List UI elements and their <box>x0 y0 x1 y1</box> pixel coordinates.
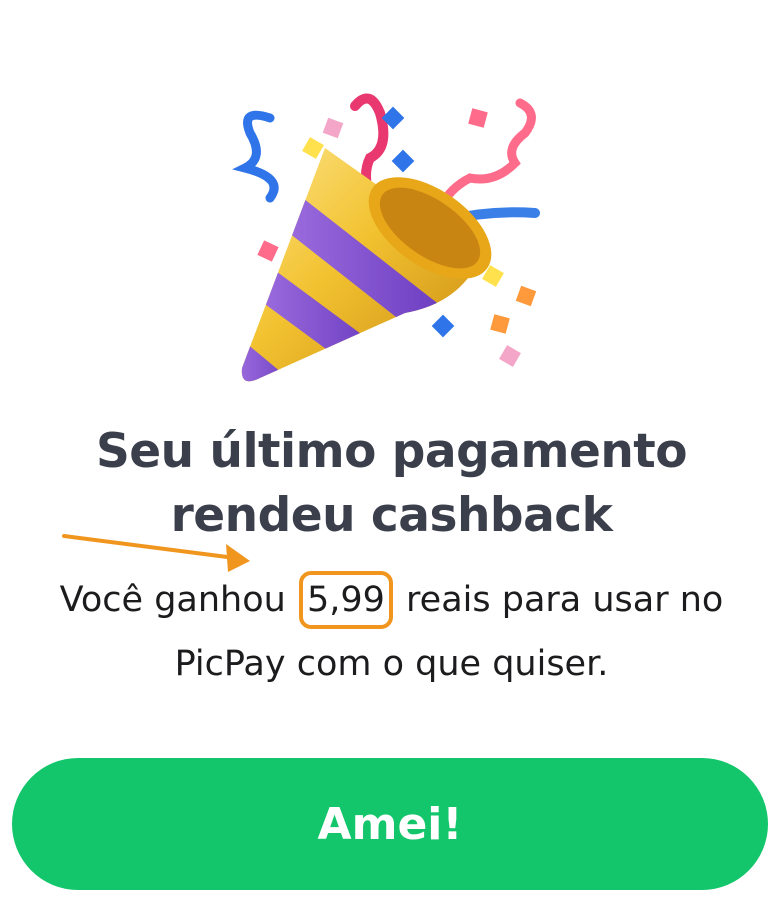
amei-button-label: Amei! <box>317 798 463 850</box>
amei-button[interactable]: Amei! <box>12 758 768 890</box>
title-line-1: Seu último pagamento <box>95 424 688 479</box>
message-prefix: Você ganhou <box>59 580 286 620</box>
cashback-amount: 5,99 <box>298 571 393 629</box>
party-popper-icon <box>230 88 560 398</box>
cashback-message: Você ganhou 5,99 reais para usar no PicP… <box>0 568 783 696</box>
message-line-2: PicPay com o que quiser. <box>174 644 609 684</box>
message-suffix: reais para usar no <box>406 580 724 620</box>
message-line-1: Você ganhou 5,99 reais para usar no <box>0 568 783 632</box>
